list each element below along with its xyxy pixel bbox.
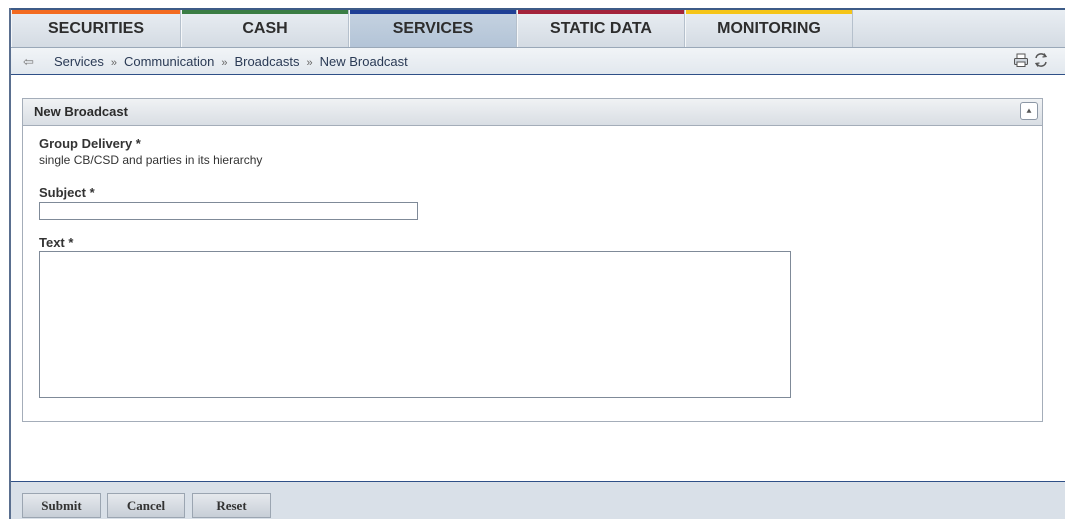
tab-label: SERVICES [392, 19, 474, 37]
text-area[interactable] [39, 251, 791, 398]
tab-securities[interactable]: SECURITIES [11, 10, 181, 47]
panel-title: New Broadcast [34, 104, 128, 119]
refresh-icon[interactable] [1033, 52, 1049, 68]
breadcrumb-broadcasts[interactable]: Broadcasts [234, 54, 299, 69]
cancel-button[interactable]: Cancel [107, 493, 185, 518]
back-arrow-icon[interactable]: ⇦ [23, 54, 34, 70]
tab-accent-bar [686, 10, 852, 14]
subject-label: Subject * [39, 185, 95, 200]
panel-header: New Broadcast ⯅ [23, 99, 1042, 126]
left-border [9, 8, 11, 519]
tab-label: SECURITIES [47, 19, 144, 37]
main-nav-tabs: SECURITIES CASH SERVICES STATIC DATA MON… [11, 10, 1065, 48]
breadcrumb-separator: » [306, 57, 313, 69]
text-label: Text * [39, 235, 74, 250]
new-broadcast-panel: New Broadcast ⯅ Group Delivery * single … [22, 98, 1043, 422]
breadcrumb-separator: » [110, 57, 117, 69]
tab-label: STATIC DATA [550, 19, 652, 37]
breadcrumb-services[interactable]: Services [54, 54, 104, 69]
submit-button[interactable]: Submit [22, 493, 101, 518]
breadcrumb-separator: » [221, 57, 228, 69]
tab-static-data[interactable]: STATIC DATA [517, 10, 685, 47]
breadcrumb: Services » Communication » Broadcasts » New Br… [54, 54, 408, 69]
tab-accent-bar [518, 10, 684, 14]
print-icon[interactable] [1013, 52, 1029, 68]
tab-label: CASH [242, 19, 288, 37]
tab-cash[interactable]: CASH [181, 10, 349, 47]
breadcrumb-bar: ⇦ Services » Communication » Broadcasts » New … [11, 48, 1065, 75]
page-tools [1013, 52, 1049, 68]
tab-monitoring[interactable]: MONITORING [685, 10, 853, 47]
breadcrumb-communication[interactable]: Communication [124, 54, 214, 69]
tab-services[interactable]: SERVICES [349, 10, 517, 47]
tab-accent-bar [350, 10, 516, 14]
tab-accent-bar [12, 10, 180, 14]
tab-label: MONITORING [717, 19, 821, 37]
breadcrumb-new-broadcast: New Broadcast [319, 54, 408, 69]
action-bar: Submit Cancel Reset [11, 481, 1065, 519]
tab-accent-bar [182, 10, 348, 14]
group-delivery-label: Group Delivery * [39, 136, 141, 151]
subject-input[interactable] [39, 202, 418, 220]
collapse-up-icon[interactable]: ⯅ [1020, 102, 1038, 120]
group-delivery-value: single CB/CSD and parties in its hierarc… [39, 153, 263, 167]
reset-button[interactable]: Reset [192, 493, 271, 518]
